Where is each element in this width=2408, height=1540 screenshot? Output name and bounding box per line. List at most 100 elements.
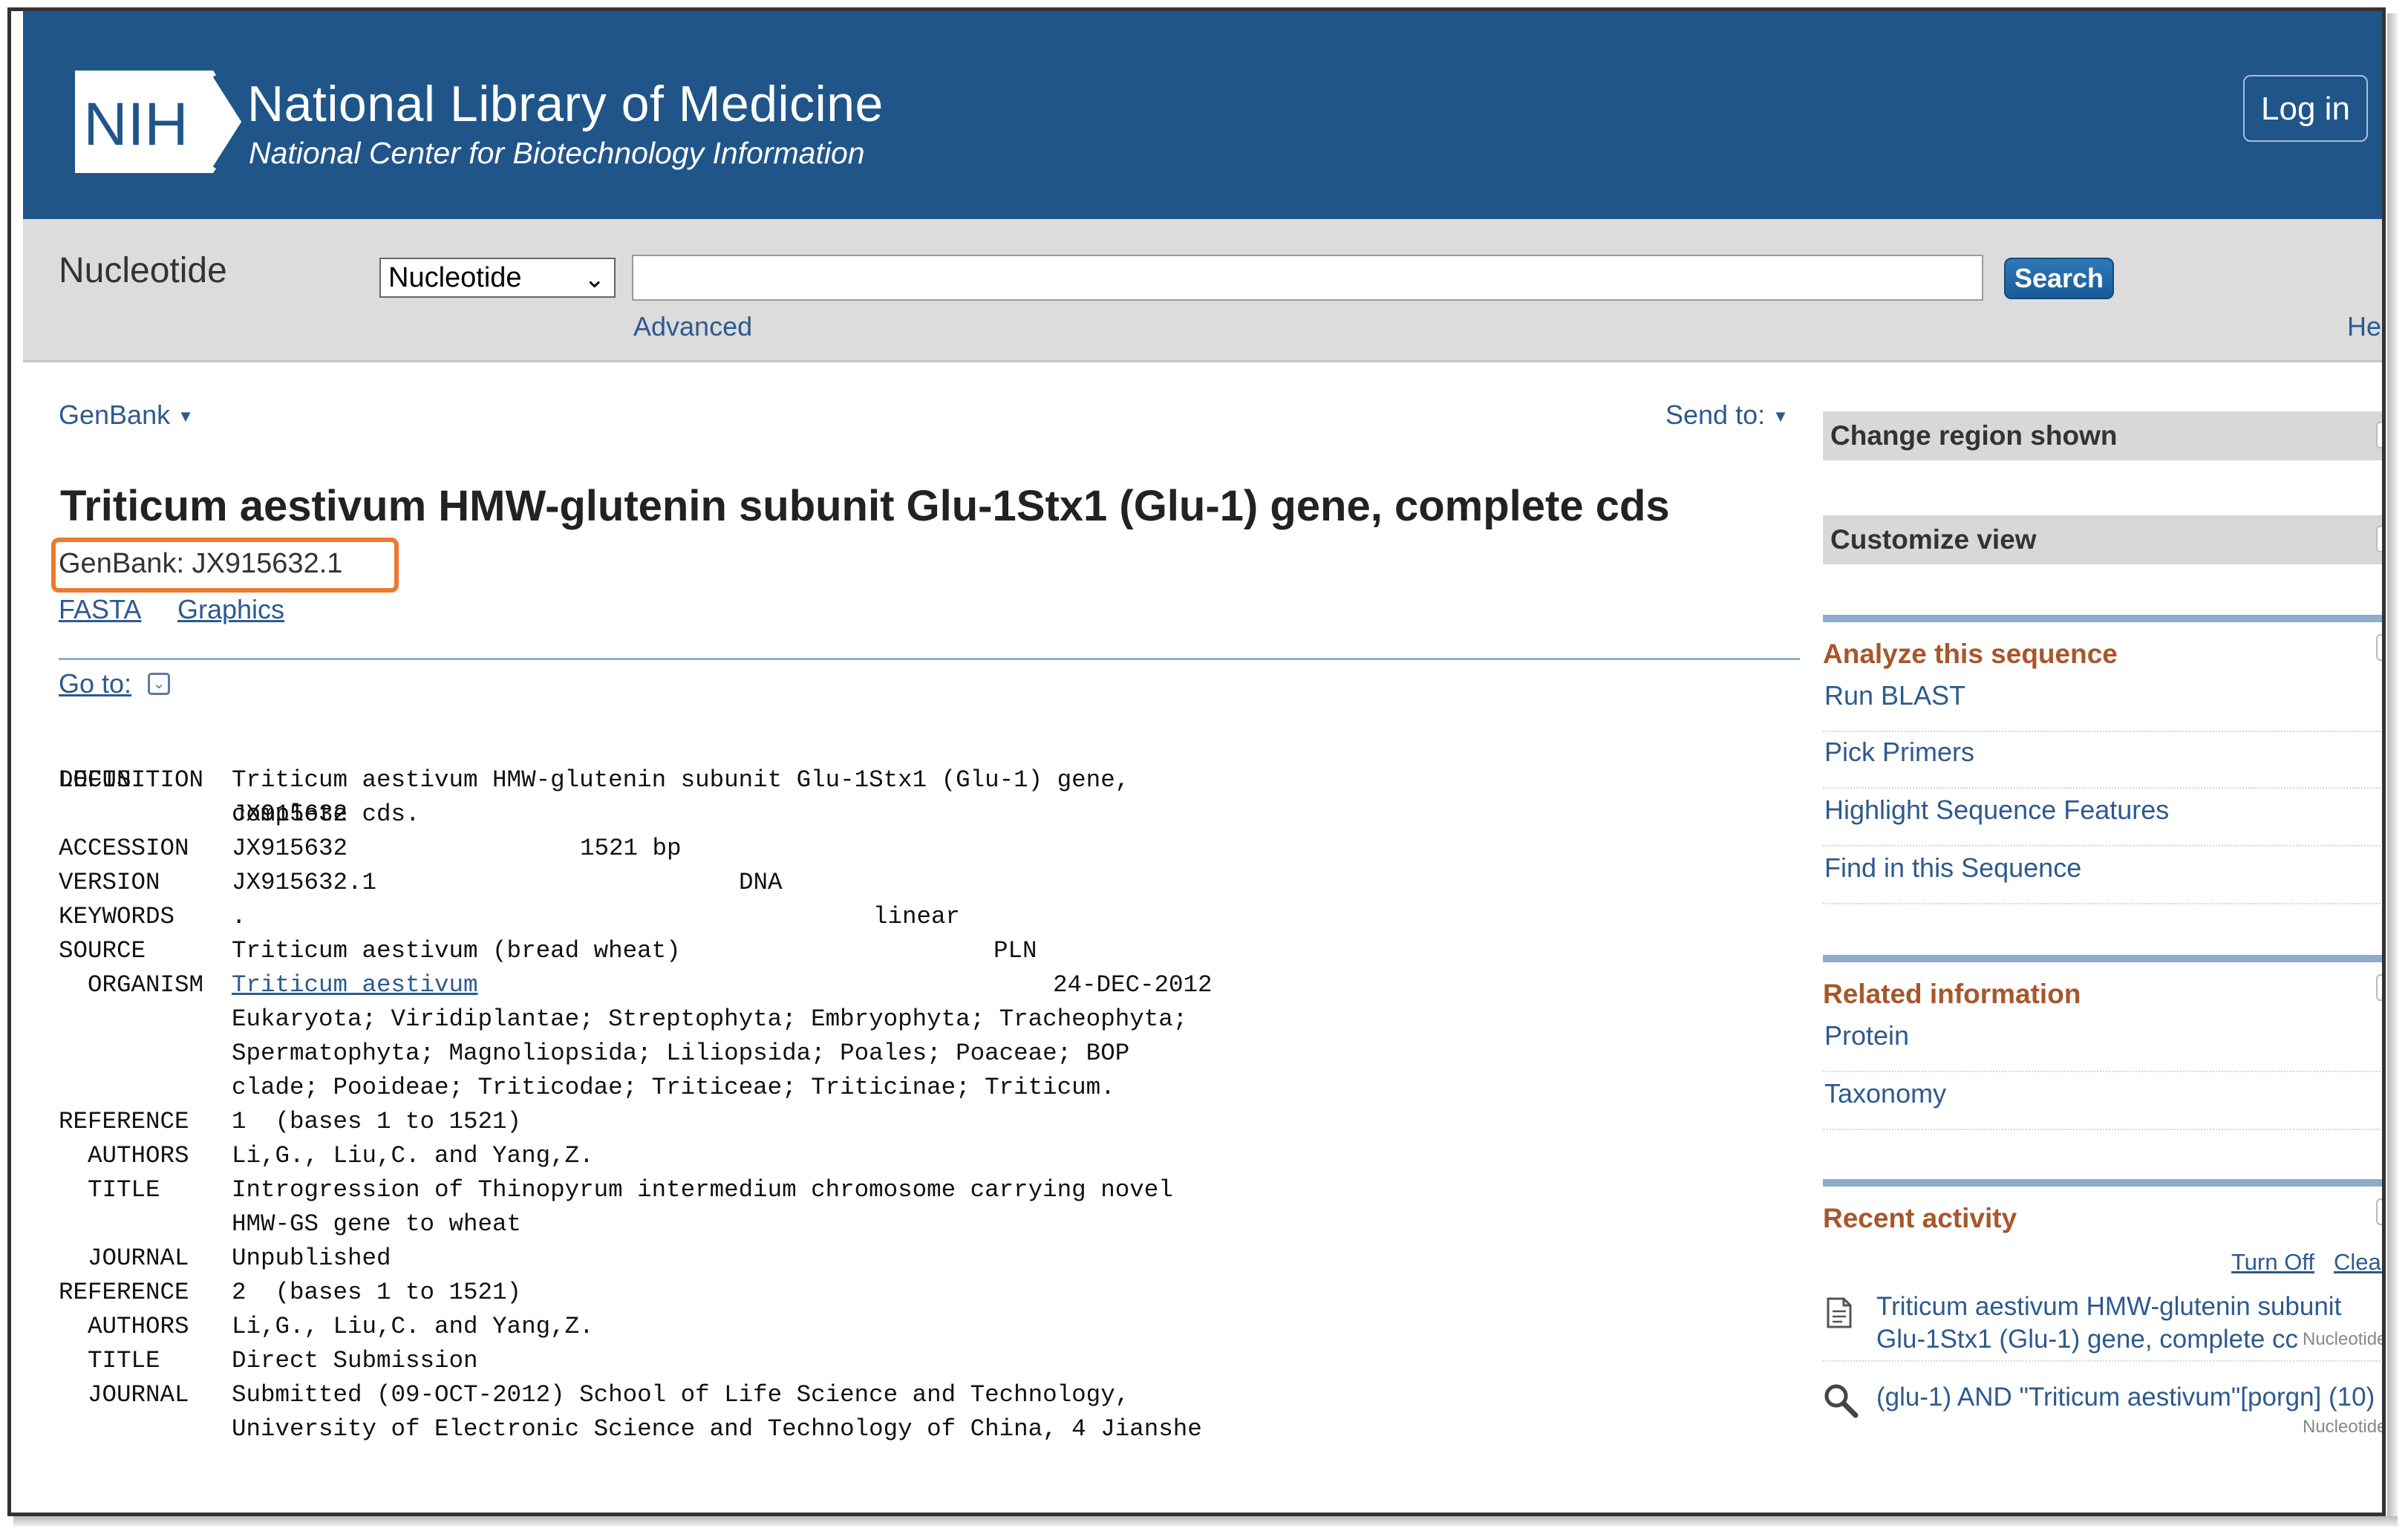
flatfile-value: Submitted (09-OCT-2012) School of Life S… bbox=[232, 1381, 1130, 1409]
change-region-section[interactable]: Change region shown ▼ bbox=[1823, 411, 2382, 460]
flatfile-row: JOURNAL Submitted (09-OCT-2012) School of… bbox=[59, 1378, 1129, 1412]
turn-off-link[interactable]: Turn Off bbox=[2231, 1249, 2314, 1276]
genbank-flatfile: LOCUS JX915632 1521 bp DNA linear PLN 24… bbox=[59, 729, 1213, 1446]
record-title: Triticum aestivum HMW-glutenin subunit G… bbox=[60, 482, 1670, 530]
section-divider bbox=[59, 658, 1800, 660]
flatfile-value: JX915632.1 bbox=[232, 869, 377, 896]
recent-activity-item[interactable]: Triticum aestivum HMW-glutenin subunit G… bbox=[1823, 1291, 2386, 1362]
taxonomy-link[interactable]: Taxonomy bbox=[1823, 1074, 2382, 1130]
flatfile-key: ACCESSION bbox=[59, 835, 189, 862]
search-input[interactable] bbox=[632, 255, 1983, 301]
flatfile-value: clade; Pooideae; Triticodae; Triticeae; … bbox=[232, 1074, 1115, 1101]
flatfile-key: AUTHORS bbox=[59, 1313, 189, 1340]
flatfile-row: Spermatophyta; Magnoliopsida; Liliopsida… bbox=[59, 1037, 1129, 1071]
chevron-down-icon: ⌄ bbox=[584, 265, 606, 293]
frame-shadow-right bbox=[2387, 13, 2398, 1521]
taxonomy-label: Taxonomy bbox=[1824, 1078, 1947, 1109]
database-select[interactable]: Nucleotide ⌄ bbox=[379, 258, 616, 298]
format-dropdown[interactable]: GenBank ▼ bbox=[59, 399, 194, 431]
customize-view-section[interactable]: Customize view ▼ bbox=[1823, 515, 2382, 564]
flatfile-key: JOURNAL bbox=[59, 1244, 189, 1272]
locus-length: 1521 bp bbox=[580, 835, 682, 862]
flatfile-row: TITLE Introgression of Thinopyrum interme… bbox=[59, 1173, 1173, 1207]
analyze-title: Analyze this sequence bbox=[1823, 639, 2118, 669]
flatfile-row: TITLE Direct Submission bbox=[59, 1344, 478, 1378]
protein-label: Protein bbox=[1824, 1020, 1910, 1051]
pick-primers-link[interactable]: Pick Primers bbox=[1823, 732, 2382, 789]
flatfile-rows: DEFINITION Triticum aestivum HMW-glutenin… bbox=[59, 763, 1202, 1446]
site-title[interactable]: National Library of Medicine bbox=[247, 75, 884, 133]
organism-link[interactable]: Triticum aestivum bbox=[232, 968, 478, 1002]
flatfile-key: DEFINITION bbox=[59, 766, 204, 794]
send-to-label: Send to: bbox=[1665, 399, 1766, 430]
collapse-icon[interactable]: ▲ bbox=[2376, 974, 2382, 1001]
expand-icon[interactable]: ▼ bbox=[2376, 526, 2382, 552]
frame-shadow-bottom bbox=[13, 1516, 2398, 1527]
browser-screenshot-frame: NIH National Library of Medicine Nationa… bbox=[7, 7, 2386, 1516]
recent-activity-item[interactable]: (glu-1) AND "Triticum aestivum"[porgn] (… bbox=[1823, 1381, 2382, 1441]
flatfile-key: JOURNAL bbox=[59, 1381, 189, 1409]
flatfile-value: Li,G., Liu,C. and Yang,Z. bbox=[232, 1313, 594, 1340]
locus-date: 24-DEC-2012 bbox=[1053, 971, 1213, 999]
database-select-value: Nucleotide bbox=[388, 262, 522, 293]
clear-link[interactable]: Clear bbox=[2334, 1249, 2382, 1276]
flatfile-row: REFERENCE 2 (bases 1 to 1521) bbox=[59, 1276, 521, 1310]
flatfile-value: Eukaryota; Viridiplantae; Streptophyta; … bbox=[232, 1005, 1188, 1033]
chevron-down-icon[interactable]: ⌄ bbox=[148, 673, 170, 695]
related-title: Related information bbox=[1823, 979, 2081, 1009]
pick-primers-label: Pick Primers bbox=[1824, 737, 1975, 767]
expand-icon[interactable]: ▼ bbox=[2376, 422, 2382, 448]
flatfile-value: Li,G., Liu,C. and Yang,Z. bbox=[232, 1142, 594, 1169]
run-blast-link[interactable]: Run BLAST bbox=[1823, 676, 2382, 732]
flatfile-row: University of Electronic Science and Tec… bbox=[59, 1412, 1202, 1446]
flatfile-row: HMW-GS gene to wheat bbox=[59, 1207, 521, 1242]
find-in-sequence-link[interactable]: Find in this Sequence bbox=[1823, 848, 2382, 904]
collapse-icon[interactable]: ▲ bbox=[2376, 1198, 2382, 1225]
help-link[interactable]: Help bbox=[2347, 311, 2382, 342]
protein-link[interactable]: Protein bbox=[1823, 1016, 2382, 1072]
flatfile-value: Triticum aestivum (bread wheat) bbox=[232, 937, 681, 965]
flatfile-key: TITLE bbox=[59, 1347, 160, 1374]
flatfile-row: DEFINITION Triticum aestivum HMW-glutenin… bbox=[59, 763, 1129, 797]
highlight-features-link[interactable]: Highlight Sequence Features bbox=[1823, 790, 2382, 846]
graphics-link[interactable]: Graphics bbox=[177, 594, 284, 625]
flatfile-key: SOURCE bbox=[59, 937, 146, 965]
locus-topology: linear bbox=[873, 903, 961, 930]
flatfile-row: AUTHORS Li,G., Liu,C. and Yang,Z. bbox=[59, 1310, 594, 1344]
masthead: NIH National Library of Medicine Nationa… bbox=[23, 11, 2382, 219]
flatfile-row: REFERENCE 1 (bases 1 to 1521) bbox=[59, 1105, 521, 1139]
caret-down-icon: ▼ bbox=[1772, 407, 1789, 426]
recent-activity-title: Recent activity bbox=[1823, 1203, 2017, 1233]
recent-item-line1[interactable]: (glu-1) AND "Triticum aestivum"[porgn] (… bbox=[1876, 1381, 2375, 1414]
flatfile-value: Triticum aestivum HMW-glutenin subunit G… bbox=[232, 766, 1130, 794]
flatfile-value: Introgression of Thinopyrum intermedium … bbox=[232, 1176, 1173, 1204]
flatfile-row: SOURCE Triticum aestivum (bread wheat) bbox=[59, 934, 681, 968]
customize-view-title: Customize view bbox=[1830, 524, 2037, 555]
flatfile-key: REFERENCE bbox=[59, 1279, 189, 1306]
login-button[interactable]: Log in bbox=[2243, 75, 2368, 142]
search-bar: Nucleotide Nucleotide ⌄ Search Advanced … bbox=[23, 219, 2382, 362]
database-label: Nucleotide bbox=[59, 251, 227, 290]
flatfile-row: clade; Pooideae; Triticodae; Triticeae; … bbox=[59, 1071, 1115, 1105]
flatfile-value: Direct Submission bbox=[232, 1347, 478, 1374]
document-icon bbox=[1827, 1297, 1852, 1328]
send-to-dropdown[interactable]: Send to: ▼ bbox=[1665, 399, 1789, 431]
recent-item-line2[interactable]: Glu-1Stx1 (Glu-1) gene, complete cc bbox=[1876, 1323, 2300, 1356]
flatfile-value: JX915632 bbox=[232, 835, 348, 862]
flatfile-key: AUTHORS bbox=[59, 1142, 189, 1169]
fasta-link[interactable]: FASTA bbox=[59, 594, 141, 625]
flatfile-row: ACCESSION JX915632 bbox=[59, 832, 348, 866]
flatfile-key: TITLE bbox=[59, 1176, 160, 1204]
format-label: GenBank bbox=[59, 399, 171, 430]
flatfile-value: complete cds. bbox=[232, 800, 420, 828]
collapse-icon[interactable]: ▲ bbox=[2376, 634, 2382, 661]
recent-item-db: Nucleotide bbox=[2303, 1329, 2386, 1349]
search-button[interactable]: Search bbox=[2004, 258, 2114, 299]
advanced-search-link[interactable]: Advanced bbox=[633, 311, 752, 342]
recent-item-line1[interactable]: Triticum aestivum HMW-glutenin subunit bbox=[1876, 1291, 2341, 1323]
change-region-title: Change region shown bbox=[1830, 420, 2118, 451]
nih-logo[interactable]: NIH bbox=[75, 71, 247, 173]
portlet-divider bbox=[1823, 1179, 2382, 1187]
flatfile-key: VERSION bbox=[59, 869, 160, 896]
goto-link[interactable]: Go to: bbox=[59, 668, 131, 699]
